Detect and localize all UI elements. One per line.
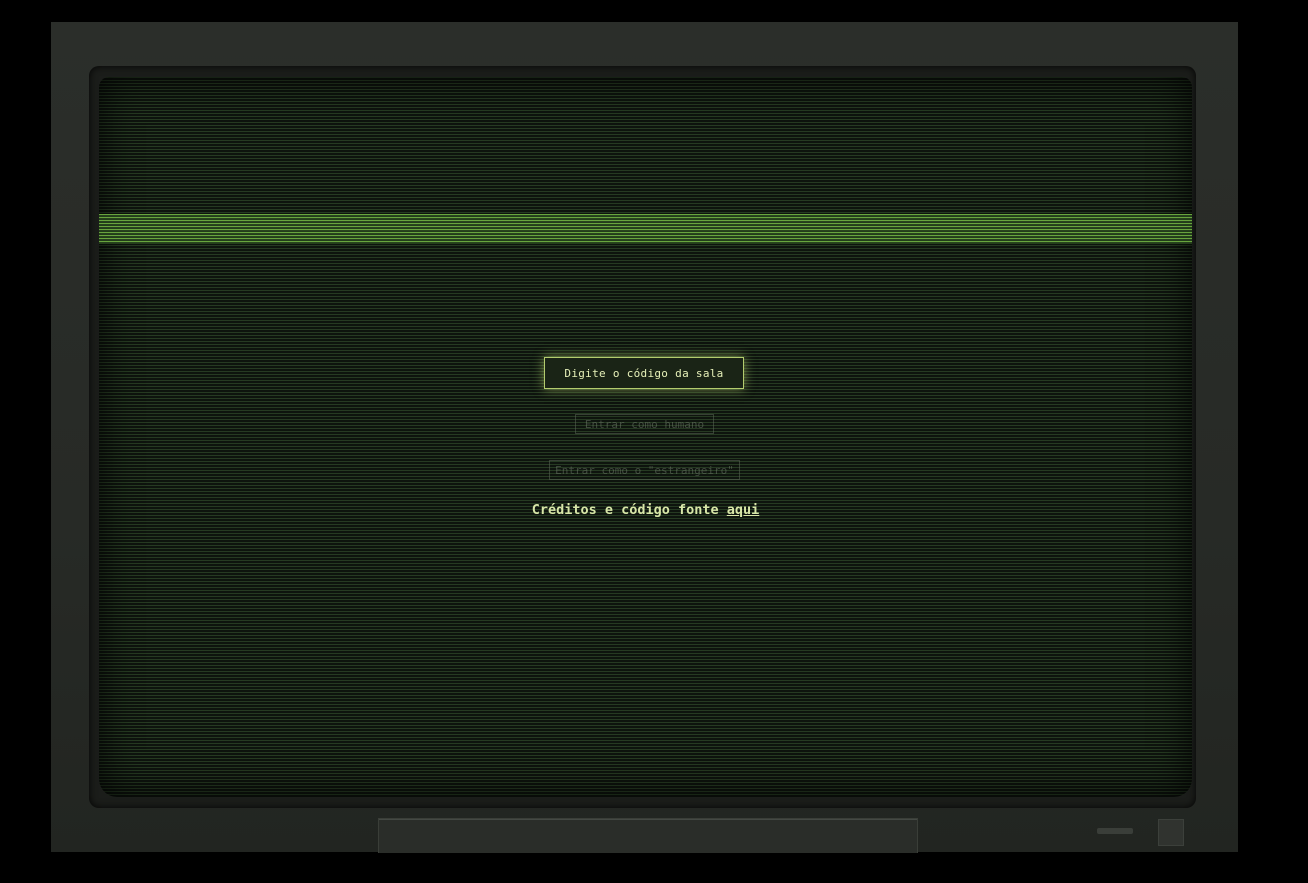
- scanline-band: [99, 214, 1192, 244]
- credits-link[interactable]: aqui: [727, 502, 760, 518]
- enter-as-stranger-button[interactable]: Entrar como o "estrangeiro": [549, 460, 740, 480]
- credits-line: Créditos e código fonte aqui: [99, 502, 1192, 518]
- power-led-icon: [1097, 828, 1133, 834]
- crt-monitor: Digite o código da sala Entrar como huma…: [51, 22, 1238, 853]
- credits-text: Créditos e código fonte: [531, 502, 727, 518]
- crt-screen: Digite o código da sala Entrar como huma…: [99, 77, 1192, 797]
- power-button[interactable]: [1158, 819, 1184, 846]
- monitor-base-slot: [378, 818, 918, 853]
- enter-as-human-button[interactable]: Entrar como humano: [575, 414, 714, 434]
- room-code-button[interactable]: Digite o código da sala: [544, 357, 744, 389]
